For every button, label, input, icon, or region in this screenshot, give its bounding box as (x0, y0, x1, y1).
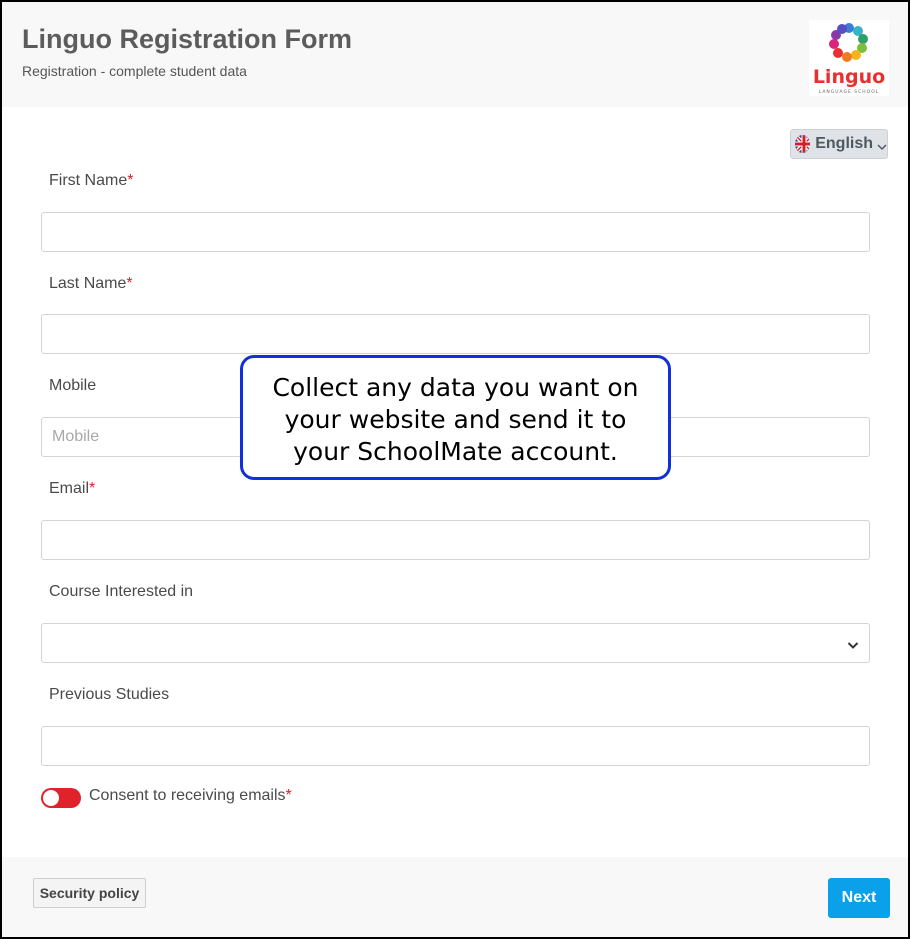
required-marker: * (285, 787, 292, 804)
info-callout: Collect any data you want on your websit… (240, 355, 671, 480)
first-name-label: First Name* (49, 172, 133, 190)
email-label-text: Email (49, 480, 90, 497)
language-selector[interactable]: English (790, 129, 888, 159)
last-name-label-text: Last Name (49, 275, 127, 292)
email-input[interactable] (41, 520, 870, 560)
callout-line-1: Collect any data you want on (272, 373, 639, 402)
callout-line-3: your SchoolMate account. (293, 437, 618, 466)
toggle-knob (43, 790, 59, 806)
email-label: Email* (49, 480, 95, 498)
flower-logo-icon (829, 23, 868, 62)
logo-tagline: LANGUAGE SCHOOL (819, 89, 880, 95)
consent-label-text: Consent to receiving emails (89, 787, 286, 804)
linguo-logo: Linguo LANGUAGE SCHOOL (809, 20, 889, 96)
first-name-label-text: First Name (49, 172, 128, 189)
previous-studies-input[interactable] (41, 726, 870, 766)
last-name-label: Last Name* (49, 275, 133, 293)
chevron-down-icon (877, 139, 887, 151)
chevron-down-icon (847, 638, 859, 650)
last-name-input[interactable] (41, 314, 870, 354)
security-policy-button[interactable]: Security policy (33, 878, 146, 908)
required-marker: * (89, 480, 96, 497)
previous-studies-label: Previous Studies (49, 686, 170, 703)
language-label: English (815, 135, 873, 152)
consent-label: Consent to receiving emails* (89, 787, 292, 805)
uk-flag-icon (795, 135, 811, 153)
mobile-label: Mobile (49, 377, 97, 394)
callout-line-2: your website and send it to (284, 405, 627, 434)
course-select[interactable] (41, 623, 870, 663)
page-title: Linguo Registration Form (22, 24, 352, 54)
required-marker: * (127, 172, 134, 189)
required-marker: * (126, 275, 133, 292)
page-subtitle: Registration - complete student data (22, 63, 247, 79)
registration-window: Linguo Registration Form Registration - … (0, 0, 910, 939)
consent-toggle[interactable] (41, 788, 81, 808)
form-header: Linguo Registration Form Registration - … (2, 2, 908, 107)
course-label: Course Interested in (49, 583, 194, 600)
first-name-input[interactable] (41, 212, 870, 252)
logo-wordmark: Linguo (813, 66, 885, 88)
next-button[interactable]: Next (828, 878, 890, 918)
